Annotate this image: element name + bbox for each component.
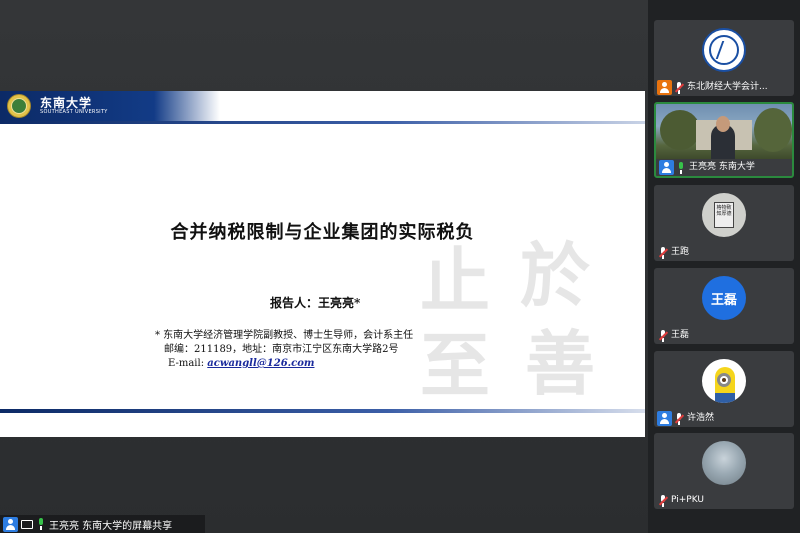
user-icon <box>657 411 672 426</box>
participant-name: 王跑 <box>671 247 690 257</box>
camera-video <box>656 104 792 159</box>
screen-share-area: 东南大学 SOUTHEAST UNIVERSITY 止 於 至 善 合并纳税限制… <box>0 0 648 533</box>
slide-header: 东南大学 SOUTHEAST UNIVERSITY <box>0 91 645 124</box>
note-email-line: E-mail: acwangll@126.com <box>155 357 413 371</box>
university-seal-avatar <box>702 28 746 72</box>
university-seal-icon <box>7 94 31 118</box>
sky-photo-avatar <box>702 441 746 485</box>
calligraphy-char-2: 於 <box>520 234 590 317</box>
mic-muted-icon <box>675 412 683 425</box>
mic-muted-icon <box>659 494 667 507</box>
participant-name: 王亮亮 东南大学 <box>689 162 755 172</box>
slide-bottom-rule <box>0 409 645 413</box>
participant-name: 王磊 <box>671 330 690 340</box>
mic-active-icon <box>677 161 685 174</box>
participant-tile[interactable]: 王磊 王磊 <box>654 268 794 344</box>
email-link[interactable]: acwangll@126.com <box>207 358 314 369</box>
calligraphy-char-1: 止 <box>420 239 490 322</box>
host-icon <box>657 80 672 95</box>
presenter-name: 报告人：王亮亮* <box>270 296 361 310</box>
presentation-slide: 东南大学 SOUTHEAST UNIVERSITY 止 於 至 善 合并纳税限制… <box>0 91 645 437</box>
header-band <box>0 91 220 121</box>
participant-tile[interactable]: 许浩然 <box>654 351 794 427</box>
participant-name: 许浩然 <box>687 413 715 423</box>
mic-muted-icon <box>659 246 667 259</box>
screen-share-icon <box>21 519 33 529</box>
participant-sidebar: 东北财经大学会计... 王亮亮 东南大学 格物致知厚德 王跑 王磊 王磊 许浩然… <box>648 0 800 533</box>
header-divider <box>0 121 645 124</box>
participant-name: 东北财经大学会计... <box>687 82 768 92</box>
mic-icon <box>37 518 45 530</box>
mic-muted-icon <box>675 81 683 94</box>
presenter-note: * 东南大学经济管理学院副教授、博士生导师，会计系主任 邮编：211189，地址… <box>155 329 413 371</box>
participant-tile[interactable]: 东北财经大学会计... <box>654 20 794 96</box>
minion-avatar <box>702 359 746 403</box>
participant-tile[interactable]: Pi+PKU <box>654 433 794 509</box>
email-label: E-mail: <box>168 358 208 369</box>
participant-tile-active-speaker[interactable]: 王亮亮 东南大学 <box>654 102 794 178</box>
screen-share-label: 王亮亮 东南大学的屏幕共享 <box>49 520 173 532</box>
note-address: 邮编：211189，地址：南京市江宁区东南大学路2号 <box>164 344 399 355</box>
screen-share-indicator: 王亮亮 东南大学的屏幕共享 <box>0 515 205 533</box>
slide-title: 合并纳税限制与企业集团的实际税负 <box>170 222 475 243</box>
participant-tile[interactable]: 格物致知厚德 王跑 <box>654 185 794 261</box>
plaque-photo-avatar: 格物致知厚德 <box>702 193 746 237</box>
note-affiliation: * 东南大学经济管理学院副教授、博士生导师，会计系主任 <box>155 330 414 341</box>
user-icon <box>3 516 18 532</box>
user-icon <box>659 160 674 175</box>
logo-english-name: SOUTHEAST UNIVERSITY <box>40 109 108 115</box>
calligraphy-char-4: 善 <box>525 322 595 405</box>
participant-name: Pi+PKU <box>671 495 704 505</box>
plaque-text: 格物致知厚德 <box>714 202 734 228</box>
text-avatar: 王磊 <box>702 276 746 320</box>
calligraphy-char-3: 至 <box>420 324 490 407</box>
mic-muted-icon <box>659 329 667 342</box>
